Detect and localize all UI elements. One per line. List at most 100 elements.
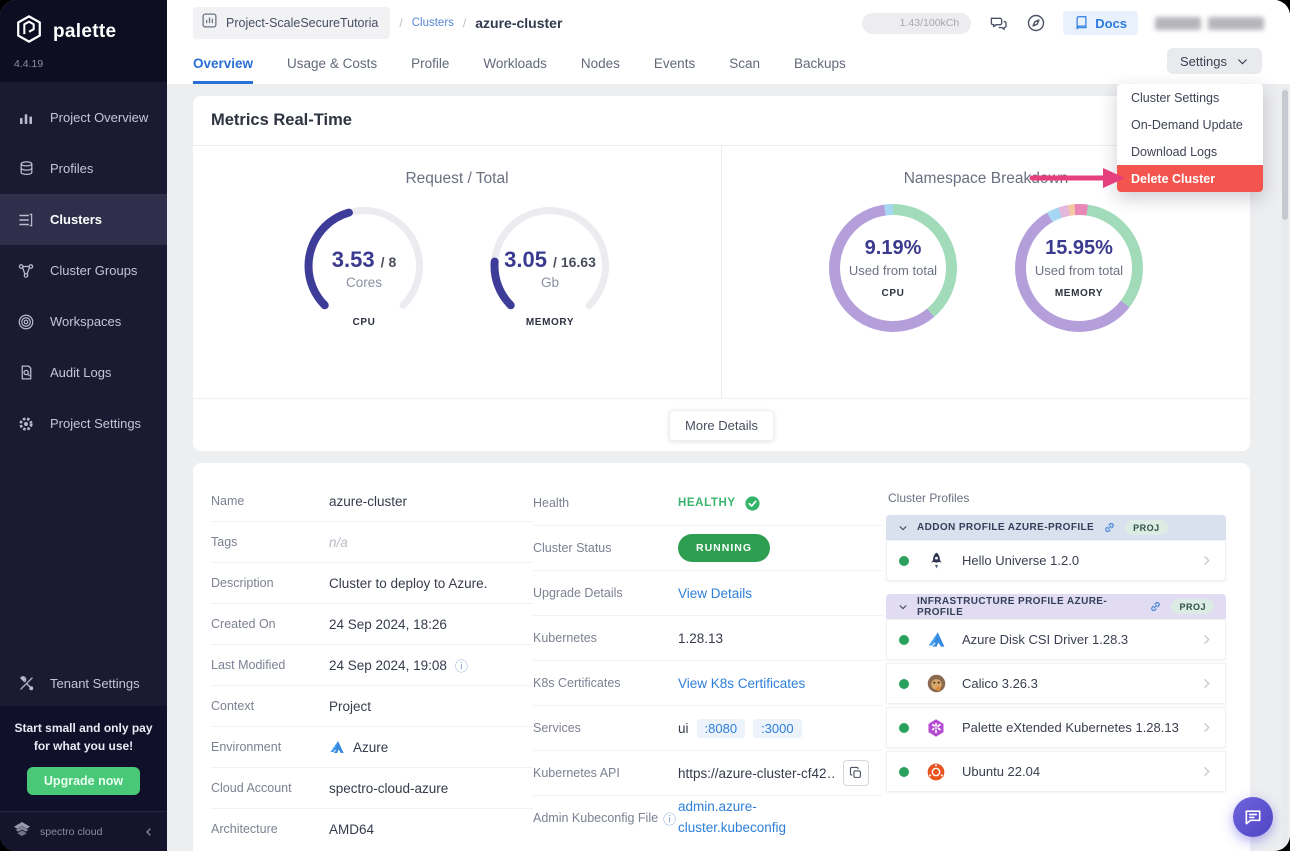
brand-name: spectro cloud [40, 825, 103, 838]
status-row-upgrade-details: Upgrade Details View Details [533, 571, 883, 616]
status-value-kubernetes-api: https://azure-cluster-cf42… [678, 760, 869, 786]
tab-nodes[interactable]: Nodes [581, 46, 620, 84]
project-name: Project-ScaleSecureTutoria [226, 16, 379, 30]
scrollbar-thumb[interactable] [1282, 90, 1288, 220]
status-label: Admin Kubeconfig File ⓘ [533, 809, 678, 828]
layers-icon [16, 159, 36, 179]
donut-label: CPU [881, 288, 905, 299]
tab-events[interactable]: Events [654, 46, 695, 84]
info-icon[interactable]: ⓘ [455, 656, 468, 675]
pack-row-calico-3-26-3[interactable]: Calico 3.26.3 [886, 663, 1226, 704]
donut-caption: Used from total [1034, 263, 1124, 278]
profile-group-header[interactable]: ADDON PROFILE AZURE-PROFILE PROJ [886, 515, 1226, 540]
health-check-icon [744, 495, 761, 512]
sidebar-item-project-settings[interactable]: Project Settings [0, 398, 167, 449]
settings-button-label: Settings [1180, 53, 1227, 69]
profile-group-title: ADDON PROFILE AZURE-PROFILE [917, 522, 1095, 533]
detail-label: Architecture [211, 822, 278, 836]
sidebar-item-clusters[interactable]: Clusters [0, 194, 167, 245]
detail-value-created-on: 24 Sep 2024, 18:26 [329, 616, 447, 632]
detail-row-last-modified: Last Modified 24 Sep 2024, 19:08 ⓘ [211, 645, 533, 686]
pack-status-dot [899, 722, 909, 733]
namespace-donut-memory: 15.95% Used from total MEMORY [1015, 204, 1143, 332]
sidebar-item-cluster-groups[interactable]: Cluster Groups [0, 245, 167, 296]
gauge-unit: Cores [345, 274, 382, 290]
pack-row-hello-universe-1-2-0[interactable]: Hello Universe 1.2.0 [886, 540, 1226, 581]
view-k8s-certificates-link[interactable]: View K8s Certificates [678, 676, 805, 691]
view-details-link[interactable]: View Details [678, 586, 752, 601]
sidebar-collapse-icon[interactable] [143, 826, 155, 838]
pack-row-palette-extended-kubernetes-1-28-13[interactable]: Palette eXtended Kubernetes 1.28.13 [886, 707, 1226, 748]
sidebar-item-project-overview[interactable]: Project Overview [0, 92, 167, 143]
pack-status-dot [899, 678, 909, 689]
pack-name: Hello Universe 1.2.0 [962, 553, 1080, 568]
profile-group-header[interactable]: INFRASTRUCTURE PROFILE AZURE-PROFILE PROJ [886, 594, 1226, 619]
detail-label: Last Modified [211, 658, 286, 672]
profile-group-infrastructure-profile-azure-profile: INFRASTRUCTURE PROFILE AZURE-PROFILE PROJ… [886, 594, 1226, 792]
tab-usage-costs[interactable]: Usage & Costs [287, 46, 377, 84]
status-value-kubernetes: 1.28.13 [678, 630, 724, 646]
brand-bar: spectro cloud [0, 811, 167, 851]
menu-item-on-demand-update[interactable]: On-Demand Update [1117, 111, 1263, 138]
detail-value-context: Project [329, 698, 372, 714]
redacted-username [1155, 16, 1264, 30]
gauge-value: 3.05 / 16.63 [504, 246, 596, 272]
status-label: Services [533, 721, 581, 735]
tab-profile[interactable]: Profile [411, 46, 449, 84]
detail-label: Cloud Account [211, 781, 292, 795]
status-row-cluster-status: Cluster Status RUNNING [533, 526, 883, 571]
detail-value-name: azure-cluster [329, 493, 408, 509]
metrics-card: Metrics Real-Time Incl Request / Total 3… [193, 96, 1250, 451]
project-selector[interactable]: Project-ScaleSecureTutoria [193, 7, 391, 39]
detail-label: Environment [211, 740, 282, 754]
chevron-right-icon [1200, 554, 1213, 567]
info-icon[interactable]: ⓘ [663, 809, 676, 828]
status-value-services: ui:8080:3000 [678, 718, 802, 738]
scrollbar-track [1282, 86, 1288, 847]
upgrade-now-button[interactable]: Upgrade now [26, 767, 141, 795]
promo-text: Start small and only pay for what you us… [14, 721, 153, 753]
feedback-chat-button[interactable] [1233, 797, 1273, 837]
donut-percent: 9.19% [864, 237, 922, 259]
docs-book-icon [1074, 15, 1089, 31]
page-content: Metrics Real-Time Incl Request / Total 3… [167, 84, 1290, 851]
sidebar-item-workspaces[interactable]: Workspaces [0, 296, 167, 347]
service-port-link[interactable]: :3000 [753, 718, 802, 738]
settings-button[interactable]: Settings [1167, 48, 1262, 74]
kubeconfig-file-link[interactable]: admin.azure-cluster.kubeconfig [678, 797, 830, 839]
pack-name: Calico 3.26.3 [962, 676, 1038, 691]
status-value-admin-kubeconfig-file: admin.azure-cluster.kubeconfig [678, 797, 830, 839]
sidebar-item-label: Workspaces [50, 314, 122, 329]
tab-scan[interactable]: Scan [729, 46, 760, 84]
status-label: Upgrade Details [533, 586, 623, 600]
tab-overview[interactable]: Overview [193, 46, 254, 84]
cluster-profiles-heading: Cluster Profiles [888, 491, 970, 505]
donut-caption: Used from total [848, 263, 938, 278]
copy-button[interactable] [843, 760, 869, 786]
tab-workloads[interactable]: Workloads [483, 46, 547, 84]
detail-label: Context [211, 699, 255, 713]
chat-icon[interactable] [988, 14, 1009, 33]
pack-row-azure-disk-csi-driver-1-28-3[interactable]: Azure Disk CSI Driver 1.28.3 [886, 619, 1226, 660]
metrics-title: Metrics Real-Time [211, 111, 352, 129]
sidebar-item-audit-logs[interactable]: Audit Logs [0, 347, 167, 398]
gauge-cpu: 3.53 / 8 Cores CPU [302, 204, 426, 328]
service-port-link[interactable]: :8080 [696, 718, 746, 738]
chart-bars-icon [16, 108, 36, 128]
cluster-info-card: Name azure-cluster Tags n/a Description Clust… [193, 463, 1250, 851]
menu-item-cluster-settings[interactable]: Cluster Settings [1117, 84, 1263, 111]
sidebar-item-tenant-settings[interactable]: Tenant Settings [0, 660, 167, 706]
breadcrumb-clusters-link[interactable]: Clusters [412, 17, 454, 29]
more-details-button[interactable]: More Details [669, 409, 774, 441]
detail-label: Created On [211, 617, 276, 631]
status-label: K8s Certificates [533, 676, 621, 690]
pack-row-ubuntu-22-04[interactable]: Ubuntu 22.04 [886, 751, 1226, 792]
help-compass-icon[interactable] [1026, 13, 1046, 33]
menu-item-delete-cluster[interactable]: Delete Cluster [1117, 165, 1263, 192]
profile-group-title: INFRASTRUCTURE PROFILE AZURE-PROFILE [917, 595, 1108, 618]
menu-item-download-logs[interactable]: Download Logs [1117, 138, 1263, 165]
docs-button[interactable]: Docs [1063, 11, 1138, 35]
sidebar-item-profiles[interactable]: Profiles [0, 143, 167, 194]
tab-backups[interactable]: Backups [794, 46, 846, 84]
donut-center: 15.95% Used from total MEMORY [1026, 215, 1132, 321]
